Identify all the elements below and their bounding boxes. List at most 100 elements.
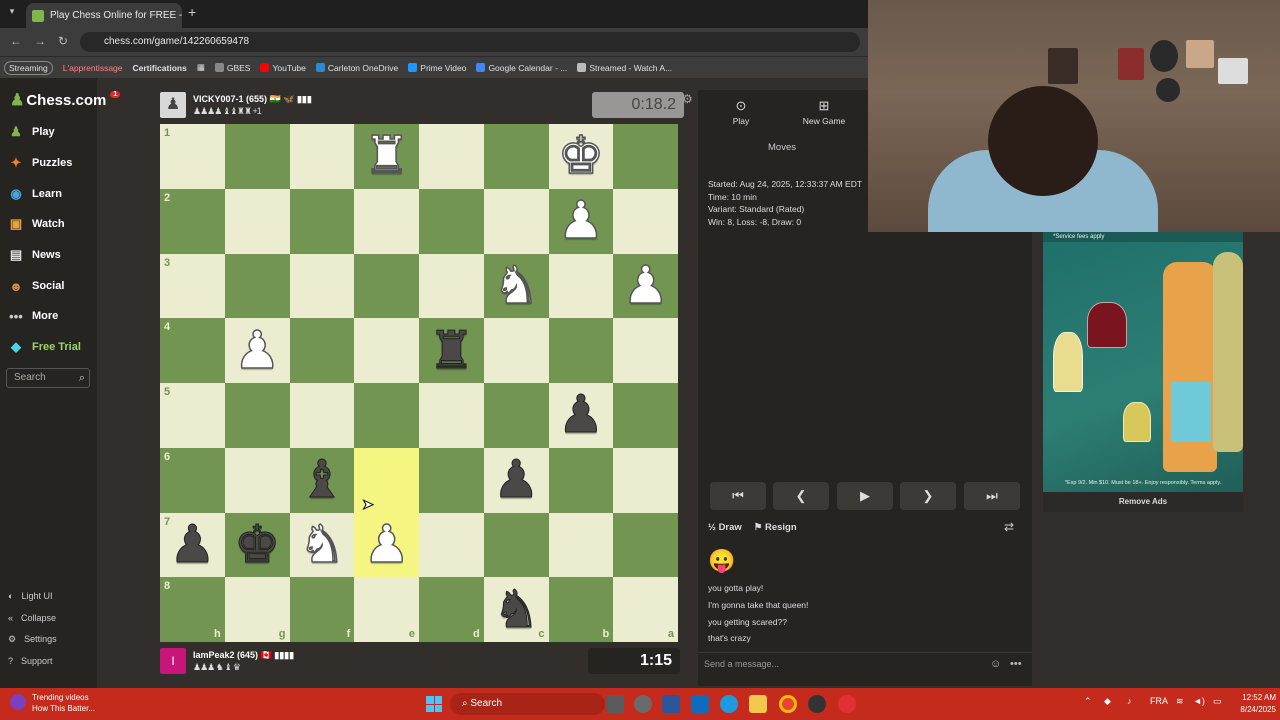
language-indicator[interactable]: FRA [1150,696,1168,706]
black-piece[interactable]: ♜ [428,324,476,377]
white-piece[interactable]: ♟ [363,518,411,572]
sidebar-item-news[interactable]: ▤ News [8,245,61,265]
bookmark-prime-video[interactable]: Prime Video [408,63,466,73]
trending-widget[interactable]: Trending videos How This Batter... [10,692,95,714]
board-square[interactable]: c ♞ [483,577,549,642]
board-square[interactable]: ♜ [354,124,419,189]
collapse-button[interactable]: «Collapse [8,610,56,626]
board-square[interactable] [419,447,484,513]
url-input[interactable]: chess.com/game/142260659478 [80,32,860,52]
support-link[interactable]: ? Support [8,653,53,669]
bottom-player-avatar[interactable]: I [160,648,186,674]
more-options-icon[interactable]: ••• [1010,653,1022,675]
sidebar-item-more[interactable]: ••• More [8,306,58,326]
resign-button[interactable]: ⚑ Resign [754,522,797,533]
white-piece[interactable]: ♟ [233,324,281,378]
tab-search-icon[interactable]: ▾ [4,6,20,22]
board-square[interactable]: 6 [160,447,225,513]
board-square[interactable] [483,124,549,189]
chess-board[interactable]: 1 ♜ ♚ 2 ♟ 3 ♞ ♟ 4 ♟ ♜ 5 ♟ 6 ♝ ♟ 7 ♟ ♚ ♞ ♟ 8 h g f e d c ♞ b a [160,124,678,642]
board-square[interactable] [613,124,678,189]
board-square[interactable] [354,188,419,254]
bookmark-google-calendar[interactable]: Google Calendar - ... [476,63,567,73]
board-square[interactable]: ♝ [289,447,355,513]
board-square[interactable] [613,447,678,513]
board-square[interactable]: ♟ [548,383,614,448]
sidebar-item-puzzles[interactable]: ✦ Puzzles [8,153,73,173]
board-square[interactable] [613,512,678,578]
browser-tab[interactable]: Play Chess Online for FREE - 2 Pl ✕ [26,3,182,28]
board-square[interactable] [483,318,549,383]
sidebar-item-learn[interactable]: ◉ Learn [8,184,62,204]
board-square[interactable] [483,383,549,448]
board-square[interactable]: 3 [160,253,225,319]
board-square[interactable]: ♚ [548,124,614,189]
new-tab-icon[interactable]: + [188,4,196,20]
board-square[interactable]: ♟ [354,512,419,578]
remove-ads-button[interactable]: Remove Ads [1043,492,1243,512]
task-view-icon[interactable] [606,695,624,713]
board-square[interactable] [224,188,290,254]
obs-icon[interactable] [808,695,826,713]
board-square[interactable]: ♜ [419,318,484,383]
chat-input[interactable]: Send a message... ☺ ••• [698,652,1032,674]
advertisement[interactable]: *Service fees apply *Exp 9/2. Min $10. M… [1043,232,1243,512]
chess-logo[interactable]: ♟ Chess.com 1 [10,90,121,110]
first-move-button[interactable]: ⏮ [710,482,766,510]
board-square[interactable] [354,383,419,448]
board-square[interactable] [224,383,290,448]
board-square[interactable]: ♟ [548,188,614,254]
board-square[interactable] [354,318,419,383]
forward-icon[interactable]: → [34,34,46,48]
bottom-player-name[interactable]: IamPeak2 (645) 🇨🇦 ▮▮▮▮ [193,650,294,661]
bookmark-grid-icon[interactable]: ▦ [197,62,205,73]
white-piece[interactable]: ♜ [363,130,411,184]
board-square[interactable]: d [419,577,484,642]
board-square[interactable] [289,124,355,189]
board-square[interactable] [419,383,484,448]
board-square[interactable]: ♟ [613,253,678,319]
board-square[interactable] [613,318,678,383]
board-square[interactable]: 4 [160,318,225,383]
board-square[interactable] [289,318,355,383]
board-square[interactable]: b [548,577,614,642]
board-square[interactable] [224,124,290,189]
flip-board-icon[interactable]: ⇄ [1004,520,1014,534]
bookmark-certifications[interactable]: Certifications [133,63,187,73]
board-square[interactable]: 8h [160,577,225,642]
reload-icon[interactable]: ↻ [58,34,68,48]
board-square[interactable]: 5 [160,383,225,448]
board-square[interactable]: 2 [160,188,225,254]
settings-link[interactable]: ⚙ Settings [8,631,57,647]
board-square[interactable] [548,447,614,513]
bookmark-streaming[interactable]: Streaming [4,60,53,75]
black-piece[interactable]: ♟ [492,454,540,507]
tray-chevron-icon[interactable]: ⌃ [1084,696,1092,707]
board-square[interactable]: g [224,577,290,642]
board-square[interactable] [419,188,484,254]
next-move-button[interactable]: ❯ [900,482,956,510]
outlook-icon[interactable] [691,695,709,713]
board-square[interactable]: 1 [160,124,225,189]
battery-icon[interactable]: ▭ [1213,696,1222,707]
back-icon[interactable]: ← [10,34,22,48]
board-square[interactable]: e [354,577,419,642]
board-settings-icon[interactable]: ⚙ [682,92,693,106]
white-piece[interactable]: ♞ [492,259,540,313]
board-square[interactable] [354,253,419,319]
light-ui-toggle[interactable]: ◐ Light UI [8,588,52,604]
board-square[interactable] [483,188,549,254]
moves-header[interactable]: Moves [698,142,866,153]
tray-app-icon[interactable]: ◆ [1104,696,1111,707]
black-piece[interactable]: ♟ [169,518,217,571]
record-app-icon[interactable] [838,695,856,713]
prev-move-button[interactable]: ❮ [773,482,829,510]
board-square[interactable] [289,383,355,448]
top-player-avatar[interactable]: ♟ [160,92,186,118]
board-square[interactable] [419,512,484,578]
play-moves-button[interactable]: ▶ [837,482,893,510]
board-square[interactable]: a [613,577,678,642]
board-square[interactable] [224,253,290,319]
board-square[interactable] [419,253,484,319]
bookmark-streamed[interactable]: Streamed - Watch A... [577,63,672,73]
